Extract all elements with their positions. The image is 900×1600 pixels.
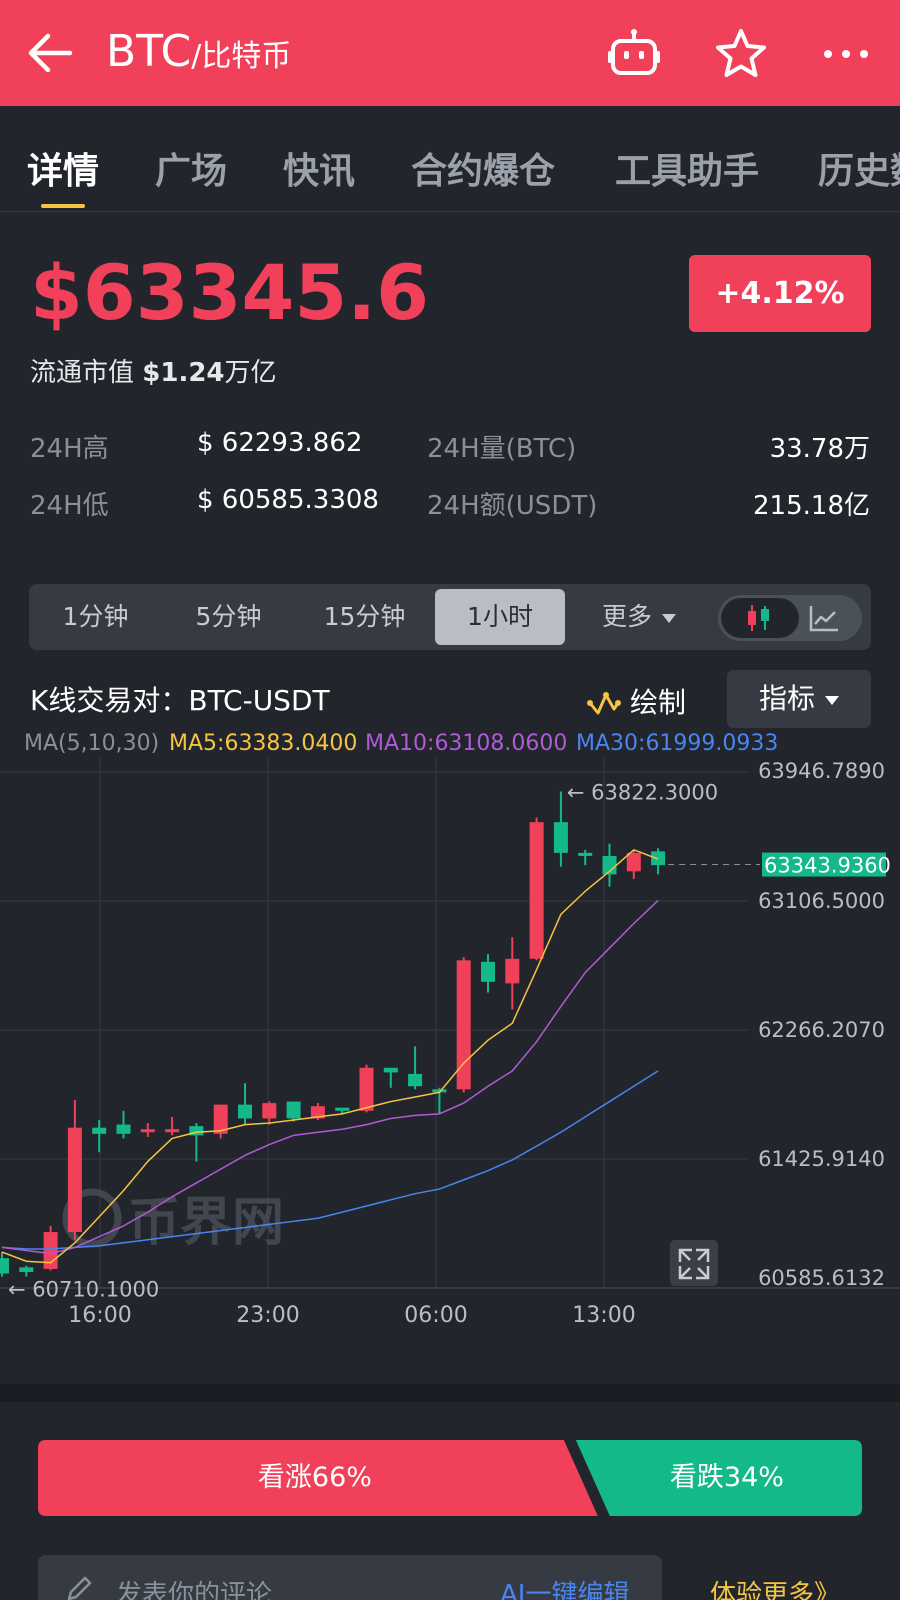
comment-placeholder: 发表你的评论 [116,1580,273,1600]
stat-low-label: 24H低 [30,491,109,521]
candle-body [383,1067,398,1073]
period-more[interactable]: 更多 [569,584,709,650]
fullscreen-icon[interactable] [670,1240,718,1286]
market-cap: 流通市值 $1.24万亿 [30,352,277,389]
ma5-value: MA5:63383.0400 [169,731,358,756]
chart-type-toggle[interactable] [718,595,862,641]
period-1m[interactable]: 1分钟 [33,584,158,650]
candle-body [578,852,593,856]
trading-pair-label: K线交易对：BTC-USDT [30,684,330,717]
section-tabs: 详情 广场 快讯 合约爆仓 工具助手 历史数 [0,106,900,212]
tab-history[interactable]: 历史数 [818,142,900,194]
candle-body [529,822,544,959]
tab-liquidations[interactable]: 合约爆仓 [411,142,555,194]
candle-body [626,852,641,872]
period-more-label: 更多 [601,602,652,631]
pencil-icon [67,1576,92,1600]
candlestick-icon[interactable] [744,603,774,633]
ma30-value: MA30:61999.0933 [576,731,779,756]
more-dots-icon[interactable] [818,26,874,82]
chevron-down-icon [825,695,839,705]
top-bar: BTC/比特币 [0,0,900,106]
active-tab-indicator [41,204,85,208]
candle-body [262,1103,277,1119]
high-annotation: ← 63822.3000 [567,780,718,804]
bear-button[interactable]: 看跌34% [592,1440,862,1516]
low-annotation: ← 60710.1000 [8,1278,159,1302]
period-5m[interactable]: 5分钟 [166,584,291,650]
candle-body [0,1258,9,1274]
line-chart-icon[interactable] [808,603,840,633]
stat-amt-value: 215.18亿 [753,491,870,521]
y-tick-label: 61425.9140 [758,1147,885,1171]
chart-bottom-divider [0,1384,900,1402]
indicator-button[interactable]: 指标 [727,670,871,728]
x-tick-label: 16:00 [68,1303,131,1328]
candle-body [140,1129,155,1133]
stat-vol-value: 33.78万 [769,434,870,464]
change-badge: +4.12% [689,255,871,332]
y-tick-label: 62266.2070 [758,1018,885,1042]
draw-line-icon [587,692,621,715]
period-1h[interactable]: 1小时 [435,589,565,645]
candle-body [19,1267,34,1272]
current-price-label: 63343.9360 [764,854,891,878]
watermark-text: 币界网 [128,1193,284,1253]
candle-body [286,1101,301,1119]
draw-label: 绘制 [630,686,687,719]
candle-body [92,1127,107,1134]
more-link[interactable]: 体验更多》 [710,1574,840,1600]
tab-tools[interactable]: 工具助手 [615,142,759,194]
ma-label: MA(5,10,30) [24,731,160,756]
current-price: $63345.6 [30,248,430,337]
x-tick-label: 13:00 [572,1303,635,1328]
stat-vol-label: 24H量(BTC) [427,434,577,464]
page-title: BTC/比特币 [106,26,291,77]
bull-button[interactable]: 看涨66% [38,1440,592,1516]
market-cap-value: $1.24 [142,358,225,388]
candle-body [505,958,520,984]
candle-body [408,1073,423,1087]
robot-icon[interactable] [606,26,662,82]
x-tick-label: 06:00 [404,1303,467,1328]
market-cap-label: 流通市值 [30,358,135,388]
star-icon[interactable] [713,26,769,82]
market-cap-unit: 万亿 [224,358,277,388]
candle-body [359,1067,374,1111]
y-tick-label: 60585.6132 [758,1266,885,1290]
stat-high-value: $ 62293.862 [197,428,363,458]
y-tick-label: 63106.5000 [758,889,885,913]
chevron-down-icon [662,613,676,623]
tab-square[interactable]: 广场 [155,142,227,194]
y-tick-label: 63946.7890 [758,759,885,783]
candle-body [553,822,568,853]
candle-body [335,1107,350,1111]
candle-body [238,1104,252,1119]
title-sub: /比特币 [191,39,292,74]
candle-body [67,1127,82,1233]
candle-body [481,961,495,982]
kline-chart[interactable]: 币界网 63343.9360 ← 63822.3000 ← 60710.1000 639… [0,756,900,1334]
tab-news[interactable]: 快讯 [283,142,355,194]
candle-body [116,1124,131,1134]
ma10-value: MA10:63108.0600 [365,731,568,756]
stat-high-label: 24H高 [30,434,109,464]
stat-amt-label: 24H额(USDT) [427,491,598,521]
indicator-label: 指标 [758,682,815,715]
tab-details[interactable]: 详情 [27,142,99,194]
stat-low-value: $ 60585.3308 [197,485,379,515]
period-15m[interactable]: 15分钟 [297,584,432,650]
ai-edit-link[interactable]: AI一键编辑 [500,1574,629,1600]
title-main: BTC [106,26,192,77]
candle-body [165,1129,180,1133]
draw-button[interactable]: 绘制 [586,681,687,719]
arrow-left-icon[interactable] [22,28,82,78]
x-tick-label: 23:00 [236,1303,299,1328]
